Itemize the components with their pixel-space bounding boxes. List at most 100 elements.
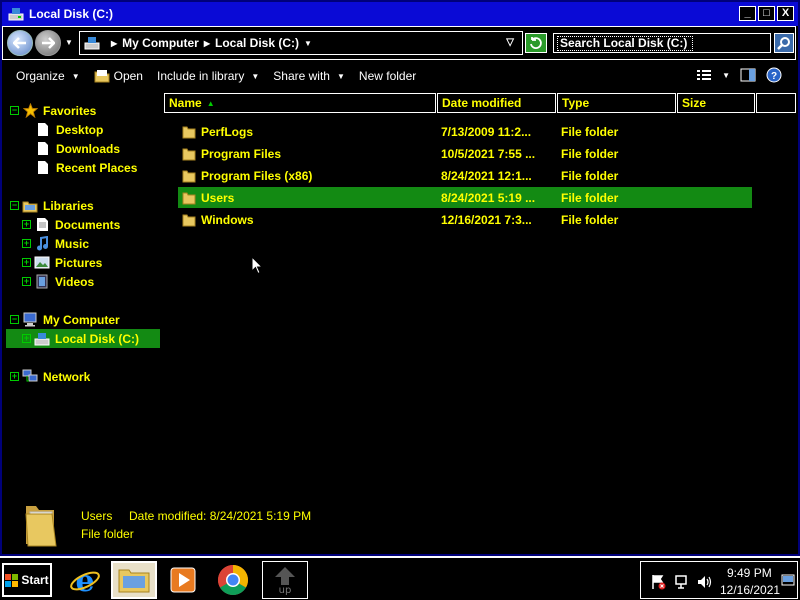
- tree-item-pictures[interactable]: + Pictures: [22, 253, 160, 272]
- address-history-dropdown[interactable]: ▽: [506, 37, 514, 48]
- table-row[interactable]: PerfLogs 7/13/2009 11:2... File folder: [178, 121, 752, 142]
- tree-my-computer[interactable]: − My Computer: [10, 310, 160, 329]
- column-headers: Name ▲ Date modified Type Size: [164, 92, 796, 114]
- organize-button[interactable]: Organize ▼: [16, 69, 80, 83]
- title-bar[interactable]: Local Disk (C:) _ □ X: [2, 2, 798, 26]
- document-icon: [35, 122, 51, 138]
- expand-icon[interactable]: +: [22, 334, 31, 343]
- new-folder-label: New folder: [358, 69, 417, 83]
- details-name: Users: [81, 509, 113, 523]
- chevron-right-icon[interactable]: ▶: [111, 39, 117, 48]
- picture-icon: [34, 255, 50, 271]
- network-tray-icon[interactable]: [674, 574, 690, 590]
- new-folder-button[interactable]: New folder: [359, 69, 416, 83]
- folder-icon: [182, 148, 196, 160]
- tree-item-label: Videos: [55, 274, 95, 289]
- tree-item-downloads[interactable]: Downloads: [35, 139, 160, 158]
- tree-item-label: Local Disk (C:): [55, 331, 140, 346]
- file-date: 8/24/2021 5:19 ...: [441, 190, 536, 205]
- action-center-flag-icon[interactable]: [650, 574, 666, 590]
- search-button[interactable]: [774, 33, 794, 53]
- open-button[interactable]: Open: [94, 69, 143, 83]
- drive-icon: [8, 8, 24, 21]
- start-button[interactable]: Start: [2, 563, 52, 597]
- include-in-library-label: Include in library: [156, 69, 245, 83]
- table-row[interactable]: Windows 12/16/2021 7:3... File folder: [178, 209, 752, 230]
- chevron-down-icon[interactable]: ▼: [304, 39, 312, 48]
- table-row[interactable]: Program Files (x86) 8/24/2021 12:1... Fi…: [178, 165, 752, 186]
- column-header-label: Size: [682, 96, 707, 110]
- collapse-icon[interactable]: −: [10, 106, 19, 115]
- tree-item-desktop[interactable]: Desktop: [35, 120, 160, 139]
- computer-icon: [22, 312, 38, 328]
- tree-item-videos[interactable]: + Videos: [22, 272, 160, 291]
- taskbar-app[interactable]: up: [262, 561, 308, 599]
- column-header-label: Date modified: [442, 96, 522, 110]
- view-dropdown-icon[interactable]: ▼: [722, 71, 730, 80]
- breadcrumb-local-disk[interactable]: Local Disk (C:): [215, 36, 299, 50]
- sort-ascending-icon: ▲: [206, 98, 215, 108]
- expand-icon[interactable]: +: [22, 277, 31, 286]
- view-options-icon[interactable]: [696, 69, 712, 81]
- refresh-button[interactable]: [525, 33, 547, 53]
- tree-network-label: Network: [43, 369, 91, 384]
- breadcrumb-my-computer[interactable]: My Computer: [122, 36, 199, 50]
- up-arrow-app-icon: up: [275, 567, 295, 595]
- close-button[interactable]: X: [777, 6, 794, 21]
- clock-time[interactable]: 9:49 PM: [727, 566, 772, 580]
- maximize-button[interactable]: □: [758, 6, 775, 21]
- start-label: Start: [21, 573, 49, 587]
- tree-item-documents[interactable]: + Documents: [22, 215, 160, 234]
- expand-icon[interactable]: +: [22, 239, 31, 248]
- column-header-empty[interactable]: [756, 93, 796, 113]
- column-header-size[interactable]: Size: [677, 93, 755, 113]
- folder-icon: [182, 192, 196, 204]
- tree-my-computer-label: My Computer: [43, 312, 120, 327]
- column-header-name[interactable]: Name ▲: [164, 93, 436, 113]
- back-button[interactable]: [7, 30, 33, 56]
- file-type: File folder: [561, 212, 619, 227]
- chevron-right-icon[interactable]: ▶: [204, 39, 210, 48]
- tree-item-recent-places[interactable]: Recent Places: [35, 158, 160, 177]
- tree-libraries[interactable]: − Libraries: [10, 196, 160, 215]
- tree-libraries-label: Libraries: [43, 198, 94, 213]
- column-header-type[interactable]: Type: [557, 93, 676, 113]
- preview-pane-icon[interactable]: [740, 68, 756, 82]
- share-with-label: Share with: [273, 69, 330, 83]
- address-row: ▼ ▶ My Computer ▶ Local Disk (C:) ▼ ▽: [2, 26, 796, 60]
- table-row-selected[interactable]: Users 8/24/2021 5:19 ... File folder: [178, 187, 752, 208]
- clock-date[interactable]: 12/16/2021: [720, 583, 780, 597]
- file-name: Program Files (x86): [201, 168, 313, 183]
- forward-button[interactable]: [35, 30, 61, 56]
- taskbar: Start e up 9:49 PM 12/16/2021: [0, 556, 800, 600]
- minimize-button[interactable]: _: [739, 6, 756, 21]
- collapse-icon[interactable]: −: [10, 315, 19, 324]
- collapse-icon[interactable]: −: [10, 201, 19, 210]
- document-icon: [35, 141, 51, 157]
- recent-pages-dropdown[interactable]: ▼: [65, 38, 73, 47]
- taskbar-file-explorer[interactable]: [111, 561, 157, 599]
- tree-item-local-disk[interactable]: + Local Disk (C:): [6, 329, 160, 348]
- column-header-date-modified[interactable]: Date modified: [437, 93, 556, 113]
- file-explorer-icon: [118, 569, 150, 593]
- document-icon: [35, 160, 51, 176]
- tree-favorites[interactable]: − Favorites: [10, 101, 160, 120]
- help-icon[interactable]: ?: [766, 67, 782, 83]
- address-bar[interactable]: ▶ My Computer ▶ Local Disk (C:) ▼ ▽: [79, 31, 523, 55]
- expand-icon[interactable]: +: [22, 220, 31, 229]
- table-row[interactable]: Program Files 10/5/2021 7:55 ... File fo…: [178, 143, 752, 164]
- expand-icon[interactable]: +: [10, 372, 19, 381]
- search-input[interactable]: [557, 35, 693, 51]
- show-desktop-icon[interactable]: [781, 574, 795, 586]
- volume-icon[interactable]: [697, 574, 713, 590]
- share-with-button[interactable]: Share with ▼: [273, 69, 345, 83]
- taskbar-media-player[interactable]: [160, 561, 206, 599]
- expand-icon[interactable]: +: [22, 258, 31, 267]
- include-in-library-button[interactable]: Include in library ▼: [157, 69, 259, 83]
- tree-network[interactable]: + Network: [10, 367, 160, 386]
- tree-item-music[interactable]: + Music: [22, 234, 160, 253]
- taskbar-internet-explorer[interactable]: e: [62, 561, 108, 599]
- chevron-down-icon: ▼: [336, 71, 345, 81]
- taskbar-chrome[interactable]: [210, 561, 256, 599]
- file-type: File folder: [561, 190, 619, 205]
